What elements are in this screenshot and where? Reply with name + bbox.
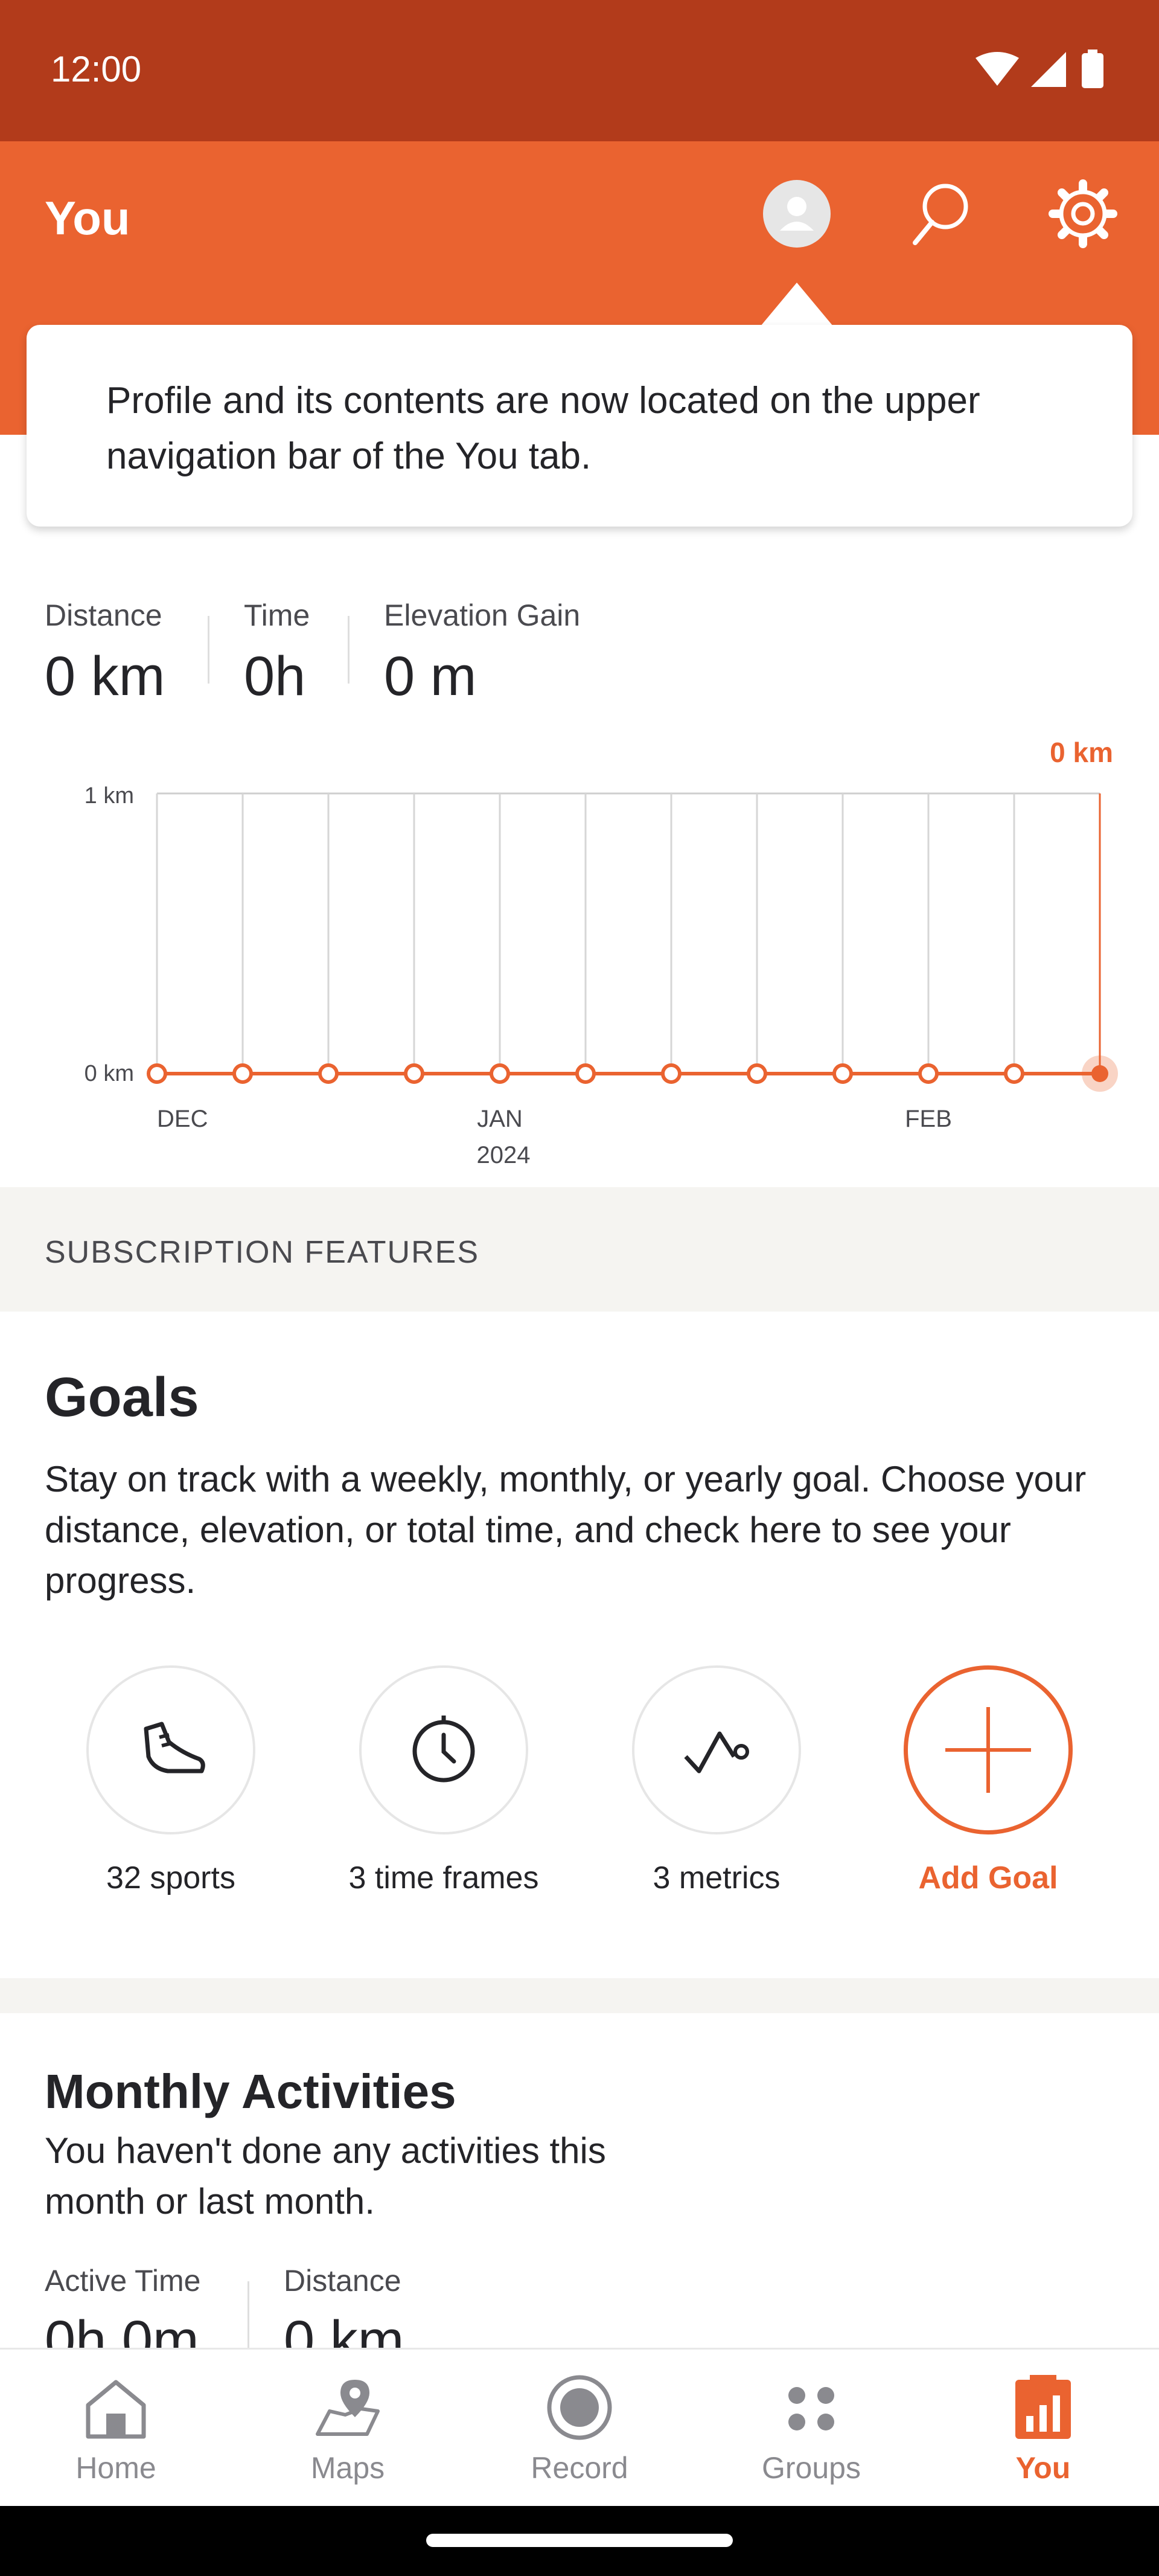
you-icon bbox=[1015, 2375, 1071, 2439]
maps-icon bbox=[316, 2380, 380, 2436]
divider bbox=[348, 616, 350, 684]
chart-point bbox=[661, 1063, 682, 1084]
groups-icon bbox=[788, 2387, 834, 2430]
stat-label: Distance bbox=[45, 598, 162, 632]
nav-home[interactable]: Home bbox=[0, 2371, 232, 2485]
nav-record[interactable]: Record bbox=[464, 2371, 695, 2485]
signal-icon bbox=[1031, 52, 1066, 87]
goal-metrics[interactable]: 3 metrics bbox=[596, 1665, 837, 1896]
gesture-area bbox=[0, 2506, 1159, 2576]
profile-icon bbox=[763, 180, 831, 248]
tooltip-text: Profile and its contents are now located… bbox=[106, 380, 980, 477]
nav-groups[interactable]: Groups bbox=[695, 2371, 927, 2485]
page-title: You bbox=[45, 191, 130, 245]
chart-x-tick: FEB bbox=[905, 1106, 952, 1132]
chart-point bbox=[232, 1063, 253, 1084]
stat-label: Time bbox=[244, 598, 310, 632]
chart-year-label: 2024 bbox=[477, 1142, 531, 1168]
stat-label: Distance bbox=[284, 2264, 401, 2298]
clock-icon bbox=[412, 1716, 475, 1783]
chart-point bbox=[575, 1063, 596, 1084]
shoe-icon bbox=[144, 1722, 205, 1773]
search-button[interactable] bbox=[903, 178, 975, 250]
stat-value: 0 km bbox=[45, 646, 165, 707]
status-icons bbox=[975, 50, 1103, 88]
goal-time-frames[interactable]: 3 time frames bbox=[323, 1665, 564, 1896]
nav-label: Groups bbox=[762, 2451, 861, 2485]
goal-circle bbox=[86, 1665, 255, 1834]
profile-tooltip[interactable]: Profile and its contents are now located… bbox=[27, 325, 1132, 527]
weekly-distance-chart[interactable]: 1 km 0 km 0 km DEC JAN FEB 2024 bbox=[0, 725, 1159, 1184]
nav-label: Maps bbox=[310, 2451, 385, 2485]
chart-point bbox=[1091, 1065, 1108, 1082]
chart-current-value: 0 km bbox=[1050, 737, 1113, 768]
home-icon bbox=[86, 2380, 146, 2439]
wifi-icon bbox=[975, 52, 1019, 86]
plus-icon bbox=[945, 1707, 1031, 1793]
monthly-title: Monthly Activities bbox=[45, 2065, 456, 2118]
chart-point bbox=[747, 1063, 767, 1084]
goal-label: 32 sports bbox=[106, 1860, 235, 1895]
search-icon bbox=[913, 184, 968, 245]
subscription-label: SUBSCRIPTION FEATURES bbox=[45, 1235, 480, 1270]
metrics-icon bbox=[684, 1731, 749, 1773]
add-goal-button[interactable]: Add Goal bbox=[867, 1665, 1109, 1896]
goals-description: Stay on track with a weekly, monthly, or… bbox=[45, 1459, 1087, 1601]
goals-title: Goals bbox=[45, 1366, 199, 1428]
chart-x-tick: JAN bbox=[477, 1106, 523, 1132]
goal-label: 3 time frames bbox=[348, 1860, 539, 1895]
stat-elevation: Elevation Gain 0 m bbox=[384, 598, 580, 708]
nav-maps[interactable]: Maps bbox=[232, 2371, 464, 2485]
divider bbox=[247, 2281, 249, 2349]
chart-point bbox=[318, 1063, 339, 1084]
goal-circle bbox=[359, 1665, 528, 1834]
nav-label: Home bbox=[75, 2451, 156, 2485]
section-separator bbox=[0, 1978, 1159, 2013]
chart-point bbox=[918, 1063, 939, 1084]
chart-y-tick: 1 km bbox=[85, 783, 134, 809]
chart-x-tick: DEC bbox=[157, 1106, 208, 1132]
nav-you[interactable]: You bbox=[927, 2371, 1159, 2485]
subscription-band: SUBSCRIPTION FEATURES bbox=[0, 1187, 1159, 1312]
stat-distance: Distance 0 km bbox=[45, 598, 165, 708]
chart-point bbox=[404, 1063, 424, 1084]
goal-label: Add Goal bbox=[918, 1860, 1058, 1895]
settings-button[interactable] bbox=[1047, 178, 1119, 250]
nav-label: Record bbox=[531, 2451, 628, 2485]
chart-y-tick: 0 km bbox=[85, 1061, 134, 1086]
chart-point bbox=[1004, 1063, 1024, 1084]
stat-label: Active Time bbox=[45, 2264, 201, 2298]
stat-time: Time 0h bbox=[244, 598, 310, 708]
tooltip-arrow bbox=[761, 283, 833, 326]
stat-value: 0h bbox=[244, 646, 306, 707]
stat-label: Elevation Gain bbox=[384, 598, 581, 632]
chart-point bbox=[832, 1063, 853, 1084]
goal-circle bbox=[904, 1665, 1073, 1834]
goal-sports[interactable]: 32 sports bbox=[50, 1665, 292, 1896]
profile-button[interactable] bbox=[761, 178, 833, 250]
nav-label: You bbox=[1015, 2451, 1071, 2485]
gesture-bar[interactable] bbox=[426, 2534, 733, 2547]
gear-icon bbox=[1049, 179, 1117, 248]
chart-point bbox=[490, 1063, 510, 1084]
status-bar: 12:00 bbox=[0, 0, 1159, 141]
chart-point bbox=[147, 1063, 167, 1084]
goal-label: 3 metrics bbox=[653, 1860, 781, 1895]
battery-icon bbox=[1082, 53, 1103, 88]
record-icon bbox=[547, 2375, 612, 2440]
monthly-description: You haven't done any activities this mon… bbox=[45, 2130, 606, 2222]
stat-value: 0 m bbox=[384, 646, 477, 707]
goal-circle bbox=[632, 1665, 801, 1834]
status-time: 12:00 bbox=[51, 49, 142, 89]
bottom-navigation: Home Maps Record Groups You bbox=[0, 2348, 1159, 2506]
divider bbox=[208, 616, 209, 684]
